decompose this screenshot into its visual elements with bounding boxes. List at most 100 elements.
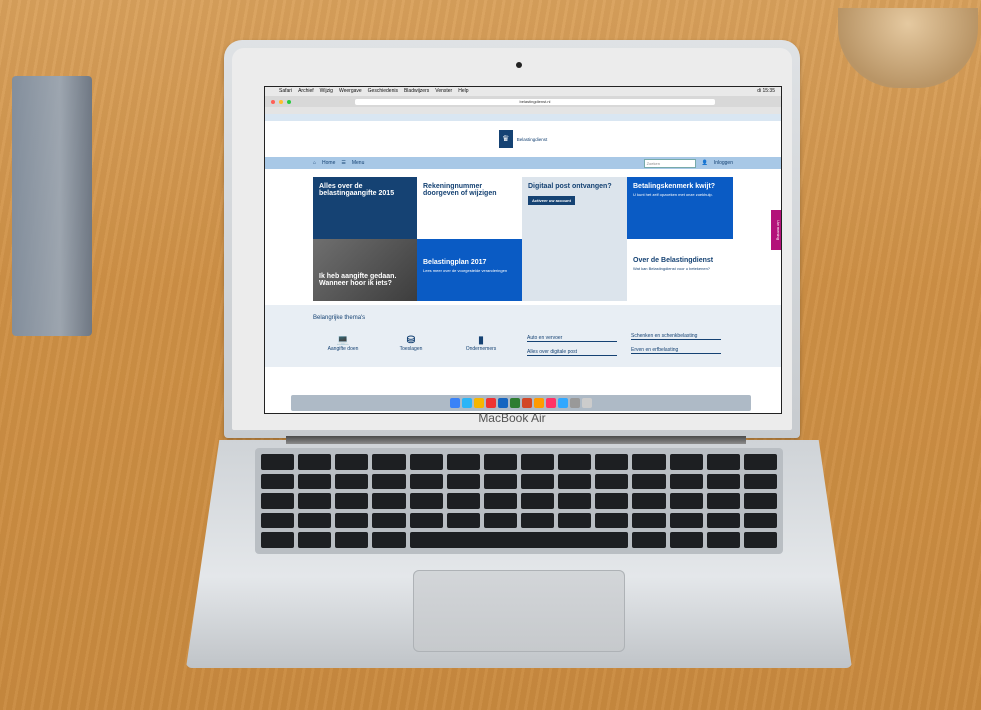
tile-aangifte[interactable]: Alles over de belastingaangifte 2015 (313, 177, 417, 239)
key[interactable] (372, 512, 406, 529)
chrome-icon[interactable] (474, 398, 484, 408)
tile-rekeningnummer[interactable]: Rekeningnummer doorgeven of wijzigen (417, 177, 522, 239)
key[interactable] (261, 454, 295, 470)
tile-over-belastingdienst[interactable]: Over de Belastingdienst Wat kan Belastin… (627, 239, 733, 301)
theme-aangifte[interactable]: 💻 Aangifte doen (323, 335, 363, 352)
key[interactable] (261, 532, 295, 548)
link-erven[interactable]: Erven en erfbelasting (631, 347, 721, 354)
key[interactable] (446, 512, 480, 529)
key[interactable] (669, 493, 703, 509)
menu-item[interactable]: Weergave (339, 87, 362, 96)
link-schenken[interactable]: Schenken en schenkbelasting (631, 333, 721, 340)
key[interactable] (632, 493, 666, 509)
key[interactable] (669, 473, 703, 490)
key[interactable] (298, 532, 332, 548)
feedback-tab[interactable]: Uw mening (771, 210, 781, 250)
key[interactable] (446, 473, 480, 490)
link-auto[interactable]: Auto en vervoer (527, 335, 617, 342)
key[interactable] (261, 473, 295, 490)
key[interactable] (298, 512, 332, 529)
key[interactable] (446, 454, 480, 470)
key[interactable] (483, 473, 517, 490)
clock[interactable]: di 15:35 (757, 87, 781, 96)
trash-icon[interactable] (582, 398, 592, 408)
excel-icon[interactable] (510, 398, 520, 408)
key[interactable] (409, 493, 443, 509)
key[interactable] (483, 493, 517, 509)
key[interactable] (558, 454, 592, 470)
search-input[interactable]: Zoeken (643, 158, 696, 168)
app-icon[interactable] (486, 398, 496, 408)
key[interactable] (743, 454, 777, 470)
zoom-icon[interactable] (287, 99, 291, 104)
key[interactable] (335, 473, 369, 490)
key[interactable] (632, 473, 666, 490)
key[interactable] (372, 532, 406, 548)
key[interactable] (335, 493, 369, 509)
key[interactable] (632, 454, 666, 470)
key[interactable] (446, 493, 480, 509)
word-icon[interactable] (498, 398, 508, 408)
menu-item[interactable]: Bladwijzers (404, 87, 429, 96)
key[interactable] (372, 454, 406, 470)
key[interactable] (335, 532, 369, 548)
key[interactable] (706, 473, 740, 490)
menu-item[interactable]: Venster (435, 87, 452, 96)
key[interactable] (372, 473, 406, 490)
menu-icon[interactable]: ☰ (341, 160, 345, 166)
safari-icon[interactable] (462, 398, 472, 408)
illustrator-icon[interactable] (534, 398, 544, 408)
key[interactable] (335, 512, 369, 529)
key[interactable] (706, 493, 740, 509)
tile-betalingskenmerk[interactable]: Betalingskenmerk kwijt? U kunt het zelf … (627, 177, 733, 239)
key[interactable] (558, 493, 592, 509)
powerpoint-icon[interactable] (522, 398, 532, 408)
activate-account-button[interactable]: Activeer uw account (528, 196, 575, 205)
crest-icon[interactable]: ♛ (498, 130, 513, 148)
key[interactable] (409, 512, 443, 529)
key[interactable] (298, 454, 332, 470)
key[interactable] (706, 512, 740, 529)
menu-item[interactable]: Help (458, 87, 468, 96)
key[interactable] (261, 493, 295, 509)
login-link[interactable]: Inloggen (714, 160, 733, 166)
trackpad[interactable] (413, 570, 625, 652)
key[interactable] (743, 473, 777, 490)
key[interactable] (632, 512, 666, 529)
menu-item[interactable]: Archief (298, 87, 314, 96)
menu-item[interactable]: Geschiedenis (368, 87, 398, 96)
key[interactable] (669, 454, 703, 470)
key[interactable] (483, 454, 517, 470)
key[interactable] (520, 493, 555, 509)
close-icon[interactable] (271, 99, 275, 104)
key[interactable] (743, 493, 777, 509)
key[interactable] (261, 512, 295, 529)
address-bar[interactable]: belastingdienst.nl (355, 98, 715, 105)
key[interactable] (595, 473, 629, 490)
tile-belastingplan[interactable]: Belastingplan 2017 Lees meer over de voo… (417, 239, 522, 301)
key[interactable] (372, 493, 406, 509)
theme-toeslagen[interactable]: ⛁ Toeslagen (391, 335, 431, 352)
key[interactable] (558, 512, 592, 529)
settings-icon[interactable] (570, 398, 580, 408)
user-icon[interactable]: 👤 (702, 160, 708, 166)
nav-menu[interactable]: Menu (352, 160, 365, 166)
key[interactable] (595, 454, 629, 470)
key[interactable] (298, 493, 332, 509)
nav-home[interactable]: Home (322, 160, 335, 166)
key[interactable] (520, 454, 555, 470)
photoshop-icon[interactable] (558, 398, 568, 408)
key[interactable] (669, 532, 703, 548)
menu-item[interactable]: Safari (279, 87, 292, 96)
key[interactable] (409, 473, 443, 490)
menu-item[interactable]: Wijzig (320, 87, 333, 96)
key[interactable] (595, 512, 629, 529)
link-digitale-post[interactable]: Alles over digitale post (527, 349, 617, 356)
key[interactable] (743, 512, 777, 529)
minimize-icon[interactable] (279, 99, 283, 104)
key[interactable] (743, 532, 777, 548)
indesign-icon[interactable] (546, 398, 556, 408)
home-icon[interactable]: ⌂ (313, 160, 316, 166)
theme-ondernemers[interactable]: ▮ Ondernemers (461, 335, 501, 352)
key[interactable] (409, 454, 443, 470)
